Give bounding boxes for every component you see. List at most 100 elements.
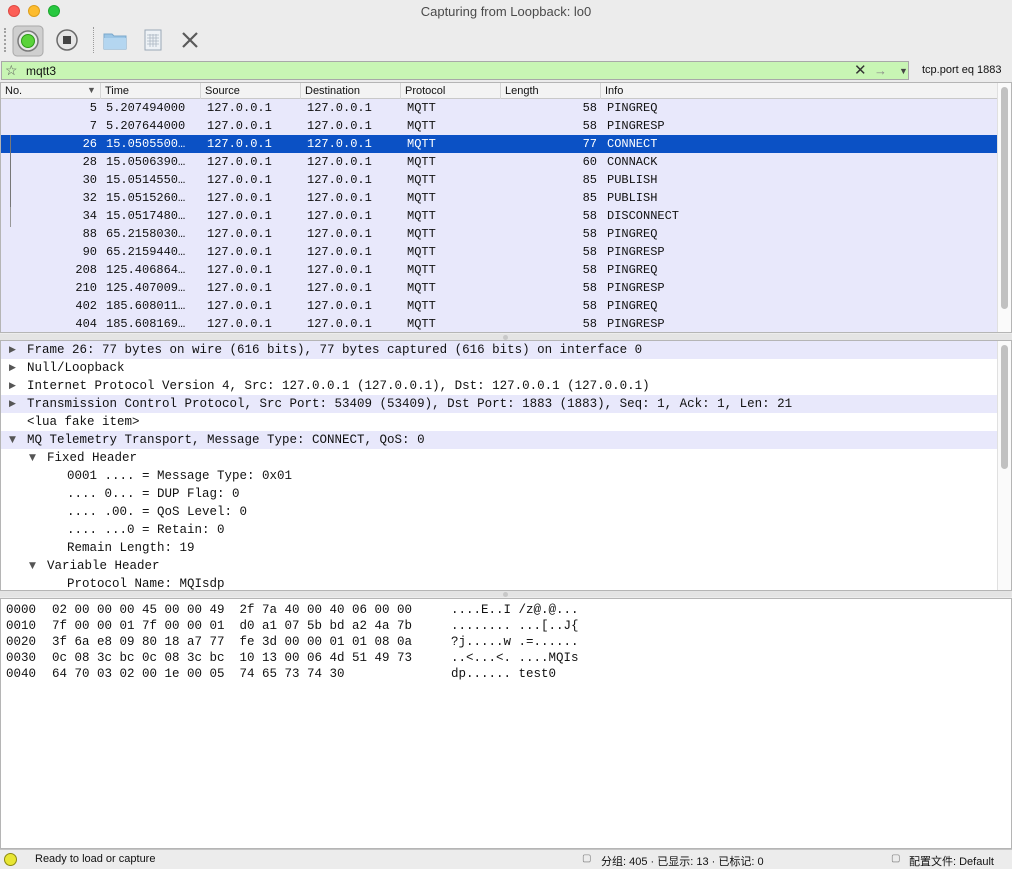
- packet-row[interactable]: 28 15.0506390… 127.0.0.1 127.0.0.1 MQTT 60 CON…: [1, 153, 999, 171]
- stop-capture-button[interactable]: [52, 25, 82, 55]
- detail-tree-item[interactable]: .... ...0 = Retain: 0: [1, 521, 997, 539]
- detail-text: .... 0... = DUP Flag: 0: [67, 487, 240, 501]
- packet-cell-time: 125.406864…: [106, 263, 186, 277]
- main-toolbar: [0, 22, 1012, 60]
- packet-cell-proto: MQTT: [407, 119, 436, 133]
- packet-cell-info: CONNECT: [607, 137, 658, 151]
- column-header-length[interactable]: Length: [501, 83, 601, 99]
- packet-cell-time: 185.608169…: [106, 317, 186, 331]
- collapsed-triangle-icon[interactable]: ▶: [9, 341, 16, 359]
- collapsed-triangle-icon[interactable]: ▶: [9, 359, 16, 377]
- byte-ascii: ....E..I /z@.@...: [451, 603, 579, 617]
- close-file-button[interactable]: [175, 25, 205, 55]
- pane-splitter-bottom[interactable]: [0, 591, 1012, 597]
- packet-row[interactable]: 402 185.608011… 127.0.0.1 127.0.0.1 MQTT 58 PI…: [1, 297, 999, 315]
- packet-cell-proto: MQTT: [407, 299, 436, 313]
- details-scrollbar[interactable]: [997, 341, 1011, 590]
- detail-tree-item[interactable]: ▼ Fixed Header: [1, 449, 997, 467]
- packet-cell-dst: 127.0.0.1: [307, 101, 372, 115]
- byte-row[interactable]: 0010 7f 00 00 01 7f 00 00 01 d0 a1 07 5b …: [1, 618, 1011, 634]
- filter-text[interactable]: mqtt3: [26, 64, 56, 78]
- toolbar-separator: [93, 27, 94, 53]
- packet-cell-src: 127.0.0.1: [207, 245, 272, 259]
- byte-row[interactable]: 0000 02 00 00 00 45 00 00 49 2f 7a 40 00 …: [1, 602, 1011, 618]
- packet-cell-time: 65.2158030…: [106, 227, 186, 241]
- packet-cell-time: 15.0506390…: [106, 155, 186, 169]
- packet-row[interactable]: 7 5.207644000 127.0.0.1 127.0.0.1 MQTT 58 PING…: [1, 117, 999, 135]
- save-file-button[interactable]: [138, 25, 168, 55]
- column-header-time[interactable]: Time: [101, 83, 201, 99]
- clear-filter-icon[interactable]: ✕: [854, 62, 867, 79]
- detail-tree-item[interactable]: ▼ MQ Telemetry Transport, Message Type: C…: [1, 431, 997, 449]
- byte-row[interactable]: 0030 0c 08 3c bc 0c 08 3c bc 10 13 00 06 …: [1, 650, 1011, 666]
- detail-tree-item[interactable]: ▼ Variable Header: [1, 557, 997, 575]
- packet-row[interactable]: 26 15.0505500… 127.0.0.1 127.0.0.1 MQTT 77 CON…: [1, 135, 999, 153]
- filter-history-dropdown-icon[interactable]: ▼: [899, 63, 908, 80]
- packet-cell-info: DISCONNECT: [607, 209, 680, 223]
- packet-cell-no: 30: [82, 173, 97, 187]
- details-scroll-thumb[interactable]: [1001, 345, 1008, 469]
- detail-tree-item[interactable]: ▶ Frame 26: 77 bytes on wire (616 bits), …: [1, 341, 997, 359]
- collapsed-triangle-icon[interactable]: ▶: [9, 377, 16, 395]
- packet-row[interactable]: 32 15.0515260… 127.0.0.1 127.0.0.1 MQTT 85 PUB…: [1, 189, 999, 207]
- display-filter-input[interactable]: ☆ mqtt3 ✕ → ▼: [1, 61, 909, 80]
- folder-icon: [103, 33, 127, 50]
- expanded-triangle-icon[interactable]: ▼: [9, 431, 16, 449]
- packet-list-scroll-thumb[interactable]: [1001, 87, 1008, 309]
- packet-cell-time: 5.207644000: [106, 119, 186, 133]
- status-bar: Ready to load or capture ▢ 分组: 405 · 已显示…: [0, 849, 1012, 869]
- detail-tree-item[interactable]: ▶ Transmission Control Protocol, Src Port…: [1, 395, 997, 413]
- minimize-window-button[interactable]: [28, 5, 40, 17]
- packet-row[interactable]: 34 15.0517480… 127.0.0.1 127.0.0.1 MQTT 58 DIS…: [1, 207, 999, 225]
- packet-cell-proto: MQTT: [407, 191, 436, 205]
- packet-cell-len: 77: [582, 137, 597, 151]
- status-message: Ready to load or capture: [35, 853, 156, 865]
- packet-row[interactable]: 88 65.2158030… 127.0.0.1 127.0.0.1 MQTT 58 PIN…: [1, 225, 999, 243]
- start-capture-button[interactable]: [12, 25, 44, 57]
- column-header-no[interactable]: No.: [1, 83, 101, 99]
- packet-cell-info: PINGRESP: [607, 119, 665, 133]
- profile-icon: ▢: [891, 853, 901, 864]
- column-header-protocol[interactable]: Protocol: [401, 83, 501, 99]
- column-header-source[interactable]: Source: [201, 83, 301, 99]
- detail-text: Remain Length: 19: [67, 541, 195, 555]
- close-window-button[interactable]: [8, 5, 20, 17]
- bookmark-star-icon[interactable]: ☆: [5, 62, 18, 79]
- collapsed-triangle-icon[interactable]: ▶: [9, 395, 16, 413]
- detail-tree-item[interactable]: ▶ Internet Protocol Version 4, Src: 127.0…: [1, 377, 997, 395]
- detail-tree-item[interactable]: .... .00. = QoS Level: 0: [1, 503, 997, 521]
- byte-row[interactable]: 0020 3f 6a e8 09 80 18 a7 77 fe 3d 00 00 …: [1, 634, 1011, 650]
- detail-tree-item[interactable]: Remain Length: 19: [1, 539, 997, 557]
- filter-expression-button[interactable]: tcp.port eq 1883: [922, 64, 1002, 76]
- detail-tree-item[interactable]: .... 0... = DUP Flag: 0: [1, 485, 997, 503]
- detail-tree-item[interactable]: Protocol Name: MQIsdp: [1, 575, 997, 590]
- packet-cell-dst: 127.0.0.1: [307, 119, 372, 133]
- byte-row[interactable]: 0040 64 70 03 02 00 1e 00 05 74 65 73 74 …: [1, 666, 1011, 682]
- detail-tree-item[interactable]: ▶ Null/Loopback: [1, 359, 997, 377]
- packet-row[interactable]: 404 185.608169… 127.0.0.1 127.0.0.1 MQTT 58 PI…: [1, 315, 999, 332]
- packet-row[interactable]: 5 5.207494000 127.0.0.1 127.0.0.1 MQTT 58 PING…: [1, 99, 999, 117]
- zoom-window-button[interactable]: [48, 5, 60, 17]
- configuration-profile[interactable]: 配置文件: Default: [909, 853, 994, 869]
- packet-cell-len: 58: [582, 209, 597, 223]
- detail-tree-item[interactable]: <lua fake item>: [1, 413, 997, 431]
- expert-info-led-icon[interactable]: [4, 853, 17, 866]
- packet-list-scrollbar[interactable]: [997, 83, 1011, 332]
- column-header-destination[interactable]: Destination: [301, 83, 401, 99]
- byte-offset: 0020: [6, 635, 37, 649]
- packet-row[interactable]: 208 125.406864… 127.0.0.1 127.0.0.1 MQTT 58 PI…: [1, 261, 999, 279]
- expanded-triangle-icon[interactable]: ▼: [29, 557, 36, 575]
- packet-cell-proto: MQTT: [407, 317, 436, 331]
- packet-cell-info: CONNACK: [607, 155, 658, 169]
- detail-text: Fixed Header: [47, 451, 138, 465]
- packet-row[interactable]: 90 65.2159440… 127.0.0.1 127.0.0.1 MQTT 58 PIN…: [1, 243, 999, 261]
- packet-row[interactable]: 30 15.0514550… 127.0.0.1 127.0.0.1 MQTT 85 PUB…: [1, 171, 999, 189]
- packet-row[interactable]: 210 125.407009… 127.0.0.1 127.0.0.1 MQTT 58 PI…: [1, 279, 999, 297]
- packet-cell-src: 127.0.0.1: [207, 227, 272, 241]
- packet-cell-len: 58: [582, 245, 597, 259]
- expanded-triangle-icon[interactable]: ▼: [29, 449, 36, 467]
- detail-tree-item[interactable]: 0001 .... = Message Type: 0x01: [1, 467, 997, 485]
- apply-filter-arrow-icon[interactable]: →: [874, 62, 887, 79]
- column-header-info[interactable]: Info: [601, 83, 999, 99]
- open-file-button[interactable]: [100, 25, 130, 55]
